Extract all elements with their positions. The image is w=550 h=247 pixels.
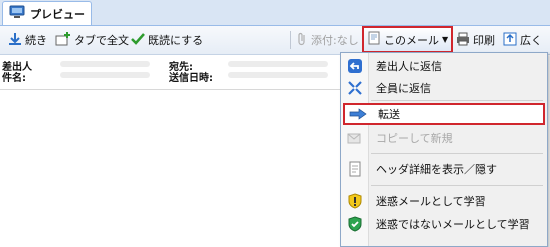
menu-item-copy-new: コピーして新規 [341, 127, 547, 149]
expand-icon [503, 32, 517, 49]
date-label: 送信日時: [169, 73, 213, 84]
toolbar: 続き タブで全文 既読にする 添付:なし このメール ▼ 印刷 広く [0, 26, 550, 55]
reply-all-icon [341, 80, 368, 96]
copy-mail-icon [341, 131, 368, 145]
menu-item-reply-all[interactable]: 全員に返信 [341, 77, 547, 99]
menu-separator [371, 153, 543, 154]
menu-item-reply-sender[interactable]: 差出人に返信 [341, 55, 547, 77]
print-button[interactable]: 印刷 [456, 29, 495, 51]
continue-button[interactable]: 続き [8, 29, 47, 51]
date-value-redacted [228, 72, 328, 78]
menu-item-learn-ham[interactable]: 迷惑ではないメールとして学習 [341, 213, 547, 235]
tab-bar: プレビュー [0, 0, 550, 26]
paperclip-icon [296, 32, 308, 49]
menu-item-forward[interactable]: 転送 [343, 103, 545, 125]
attachment-button: 添付:なし [296, 29, 359, 51]
mail-headers: 差出人 件名: 宛先: 送信日時: [0, 55, 340, 90]
tab-label: プレビュー [30, 7, 85, 21]
toolbar-separator [290, 31, 291, 49]
new-tab-icon [55, 31, 71, 49]
this-mail-menu-button[interactable]: このメール ▼ [362, 26, 453, 53]
printer-icon [456, 32, 470, 49]
open-tab-full-button[interactable]: タブで全文 [55, 29, 129, 51]
from-value-redacted [60, 61, 150, 67]
tab-preview[interactable]: プレビュー [2, 1, 92, 25]
expand-button[interactable]: 広く [503, 29, 542, 51]
warning-shield-icon [341, 193, 368, 209]
menu-separator [371, 185, 543, 186]
this-mail-dropdown-menu: 差出人に返信 全員に返信 転送 コピーして新規 ヘッダ詳細を表示／隠す 迷惑メー… [340, 52, 548, 247]
mail-document-icon [367, 31, 381, 48]
check-icon [131, 32, 145, 49]
subject-label: 件名: [2, 73, 26, 84]
menu-separator [371, 100, 543, 101]
menu-item-learn-spam[interactable]: 迷惑メールとして学習 [341, 190, 547, 212]
mark-read-button[interactable]: 既読にする [131, 29, 203, 51]
reply-icon [341, 58, 368, 74]
to-value-redacted [228, 61, 328, 67]
download-arrow-icon [8, 32, 22, 49]
forward-arrow-icon [345, 108, 370, 120]
chevron-down-icon: ▼ [442, 35, 449, 44]
document-icon [341, 161, 368, 177]
monitor-icon [9, 5, 25, 22]
subject-value-redacted [60, 72, 150, 78]
check-shield-icon [341, 216, 368, 232]
menu-item-header-details[interactable]: ヘッダ詳細を表示／隠す [341, 158, 547, 180]
